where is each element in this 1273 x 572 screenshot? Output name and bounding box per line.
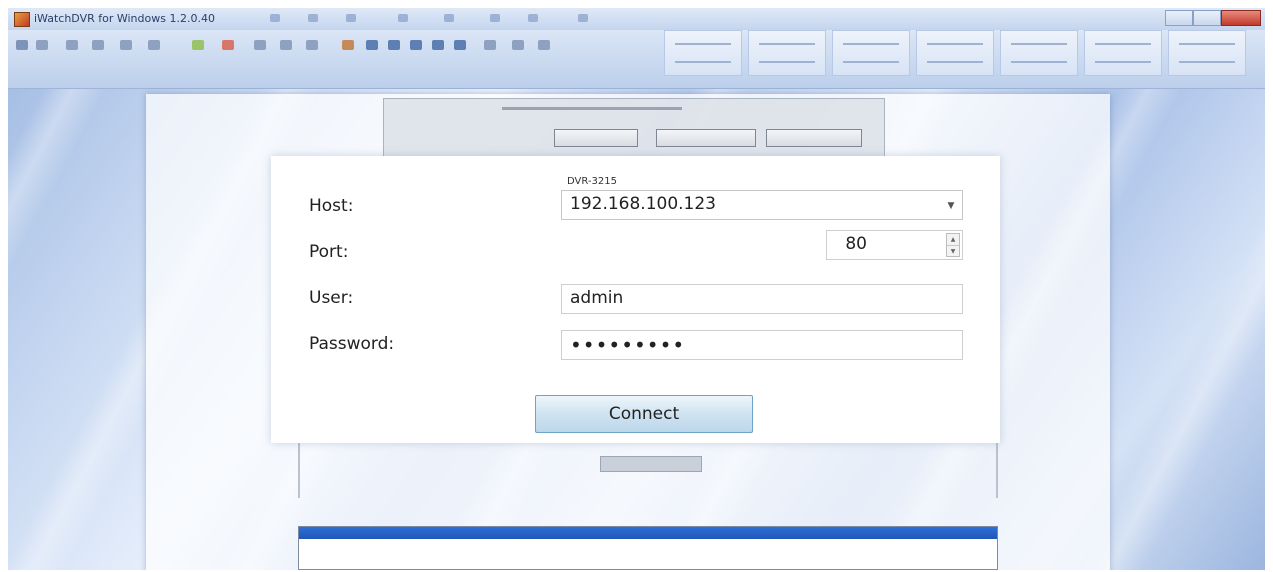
password-label: Password: <box>309 334 395 354</box>
style-gallery-item[interactable] <box>1084 30 1162 76</box>
password-field[interactable]: ••••••••• <box>561 330 963 360</box>
host-combobox[interactable]: 192.168.100.123 ▼ <box>561 190 963 220</box>
toolbar-icon[interactable] <box>366 40 378 50</box>
toolbar-icon[interactable] <box>484 40 496 50</box>
minimize-button[interactable] <box>1165 10 1193 26</box>
connect-button[interactable]: Connect <box>535 395 753 433</box>
login-dialog: Host: Port: User: Password: DVR-3215 192… <box>271 156 1000 443</box>
app-window: iWatchDVR for Windows 1.2.0.40 Host: Por… <box>8 8 1265 570</box>
toolbar-icon[interactable] <box>66 40 78 50</box>
toolbar-icon[interactable] <box>512 40 524 50</box>
quick-access-icon[interactable] <box>578 14 588 22</box>
style-gallery-item[interactable] <box>1000 30 1078 76</box>
user-value: admin <box>570 288 624 308</box>
toolbar-icon[interactable] <box>120 40 132 50</box>
host-value: 192.168.100.123 <box>570 194 717 214</box>
style-gallery-item[interactable] <box>916 30 994 76</box>
user-field[interactable]: admin <box>561 284 963 314</box>
port-stepper[interactable]: 80 ▲ ▼ <box>826 230 963 260</box>
toolbar-icon[interactable] <box>432 40 444 50</box>
toolbar-icon[interactable] <box>410 40 422 50</box>
password-value: ••••••••• <box>570 333 686 357</box>
device-name: DVR-3215 <box>567 176 617 187</box>
toolbar-icon[interactable] <box>192 40 204 50</box>
title-bar: iWatchDVR for Windows 1.2.0.40 <box>8 8 1265 30</box>
quick-access-icon[interactable] <box>490 14 500 22</box>
user-label: User: <box>309 288 354 308</box>
style-gallery-item[interactable] <box>748 30 826 76</box>
toolbar-icon[interactable] <box>36 40 48 50</box>
window-controls <box>1165 10 1261 26</box>
close-button[interactable] <box>1221 10 1261 26</box>
background-button <box>600 456 702 472</box>
spinner-up-icon[interactable]: ▲ <box>947 234 959 246</box>
toolbar-icon[interactable] <box>148 40 160 50</box>
maximize-button[interactable] <box>1193 10 1221 26</box>
toolbar-icon[interactable] <box>388 40 400 50</box>
window-title: iWatchDVR for Windows 1.2.0.40 <box>34 12 215 25</box>
port-spinner: ▲ ▼ <box>946 233 960 257</box>
background-list <box>298 526 998 570</box>
background-button <box>554 129 638 147</box>
chevron-down-icon[interactable]: ▼ <box>940 191 962 219</box>
toolbar-icon[interactable] <box>222 40 234 50</box>
quick-access-icon[interactable] <box>528 14 538 22</box>
style-gallery-item[interactable] <box>1168 30 1246 76</box>
background-list-header <box>299 527 997 539</box>
background-button <box>766 129 862 147</box>
toolbar-icon[interactable] <box>254 40 266 50</box>
toolbar-icon[interactable] <box>280 40 292 50</box>
toolbar-icon[interactable] <box>306 40 318 50</box>
quick-access-icon[interactable] <box>444 14 454 22</box>
quick-access-icon[interactable] <box>398 14 408 22</box>
quick-access-icon[interactable] <box>270 14 280 22</box>
toolbar-icon[interactable] <box>92 40 104 50</box>
quick-access-icon[interactable] <box>308 14 318 22</box>
style-gallery-item[interactable] <box>832 30 910 76</box>
style-gallery-item[interactable] <box>664 30 742 76</box>
ribbon-toolbar <box>8 30 1265 89</box>
port-label: Port: <box>309 242 349 262</box>
host-label: Host: <box>309 196 354 216</box>
toolbar-icon[interactable] <box>16 40 28 50</box>
quick-access-icon[interactable] <box>346 14 356 22</box>
toolbar-icon[interactable] <box>342 40 354 50</box>
background-dialog <box>383 98 885 162</box>
spinner-down-icon[interactable]: ▼ <box>947 246 959 257</box>
background-button <box>656 129 756 147</box>
app-icon <box>14 12 30 27</box>
toolbar-icon[interactable] <box>454 40 466 50</box>
port-value: 80 <box>845 234 867 254</box>
toolbar-icon[interactable] <box>538 40 550 50</box>
